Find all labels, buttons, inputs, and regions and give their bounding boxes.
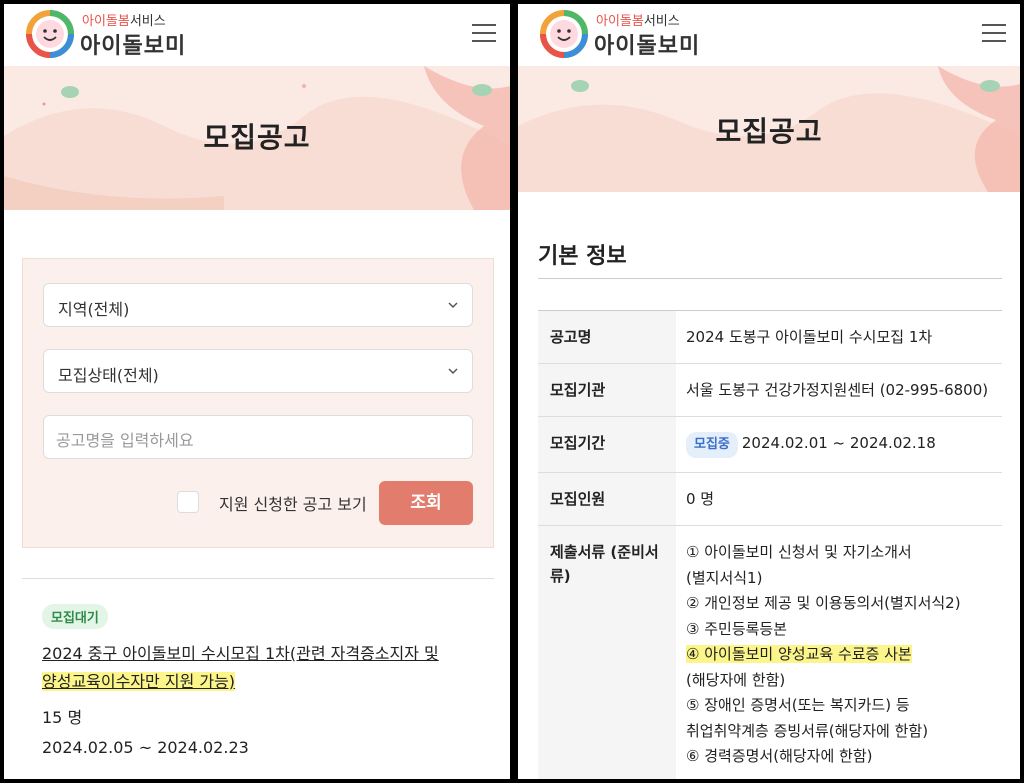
row-value: 2024 도봉구 아이돌보미 수시모집 1차 [686,328,933,346]
row-value: 서울 도봉구 건강가정지원센터 (02-995-6800) [686,381,989,399]
list-item: 취업취약계층 증빙서류(해당자에 한함) [686,721,929,740]
row-value: 0 명 [686,490,715,508]
list-item: ② 개인정보 제공 및 이용동의서(별지서식2) [686,594,961,612]
search-filter-panel: 지역(전체) 모집상태(전체) 공고명을 입력하세요 지원 신청한 공고 보기 … [22,258,494,548]
hamburger-menu-icon[interactable] [982,24,1006,44]
row-label: 모집기간 [538,417,676,472]
info-table: 공고명 2024 도봉구 아이돌보미 수시모집 1차 모집기관 서울 도봉구 건… [538,310,1002,779]
checkbox-label: 지원 신청한 공고 보기 [219,495,367,514]
list-item: ③ 주민등록등본 [686,619,788,638]
search-input[interactable]: 공고명을 입력하세요 [43,415,473,459]
status-select[interactable]: 모집상태(전체) [43,349,473,393]
row-label: 모집기관 [538,364,676,416]
chevron-down-icon [448,302,458,309]
row-label: 모집인원 [538,473,676,525]
header: 아이돌봄서비스 아이돌보미 [4,4,510,66]
logo-subtitle: 아이돌봄서비스 [82,14,166,29]
header: 아이돌봄서비스 아이돌보미 [518,4,1020,66]
search-button[interactable]: 조회 [379,481,473,525]
status-badge: 모집중 [686,432,738,458]
section-title: 기본 정보 [538,244,627,269]
left-screen: 아이돌봄서비스 아이돌보미 모집공고 지역(전체) 모집상태(전체) 공고명을 … [4,4,510,779]
list-item: ⑤ 장애인 증명서(또는 복지카드) 등 [686,696,910,714]
divider [538,278,1002,279]
list-item: (해당자에 한함) [686,670,786,689]
banner: 모집공고 [518,66,1020,192]
row-value: 모집중 2024.02.01 ~ 2024.02.18 [676,417,1002,472]
table-row: 공고명 2024 도봉구 아이돌보미 수시모집 1차 [538,311,1002,364]
logo-icon[interactable] [540,10,588,58]
page-title: 모집공고 [715,115,823,148]
list-item: ① 아이돌보미 신청서 및 자기소개서 [686,543,912,561]
right-screen: 아이돌봄서비스 아이돌보미 모집공고 기본 정보 공고명 2024 도봉구 아이… [518,4,1020,779]
logo-subtitle: 아이돌봄서비스 [596,14,680,29]
banner: 모집공고 [4,66,510,210]
list-item: ⑥ 경력증명서(해당자에 한함) [686,747,873,765]
post-date-range: 2024.02.05 ~ 2024.02.23 [42,738,249,757]
table-row: 제출서류 (준비서류) ① 아이돌보미 신청서 및 자기소개서 (별지서식1) … [538,526,1002,779]
hamburger-menu-icon[interactable] [472,24,496,44]
page-title: 모집공고 [203,121,311,154]
logo-icon[interactable] [26,10,74,58]
row-label: 공고명 [538,311,676,363]
row-label: 제출서류 (준비서류) [538,526,676,779]
post-title[interactable]: 2024 중구 아이돌보미 수시모집 1차(관련 자격증소지자 및 양성교육이수자… [42,640,462,696]
table-row: 모집인원 0 명 [538,473,1002,526]
document-list: ① 아이돌보미 신청서 및 자기소개서 (별지서식1) ② 개인정보 제공 및 … [676,526,1002,779]
logo-title[interactable]: 아이돌보미 [80,28,186,60]
list-item: ④ 아이돌보미 양성교육 수료증 사본 [686,645,912,663]
divider [22,578,494,579]
table-row: 모집기관 서울 도봉구 건강가정지원센터 (02-995-6800) [538,364,1002,417]
post-recruit-count: 15 명 [42,708,83,727]
list-item: (별지서식1) [686,568,763,587]
table-row: 모집기간 모집중 2024.02.01 ~ 2024.02.18 [538,417,1002,473]
status-badge: 모집대기 [42,604,108,629]
chevron-down-icon [448,368,458,375]
region-select[interactable]: 지역(전체) [43,283,473,327]
applied-only-checkbox[interactable] [177,491,199,513]
post-title-link[interactable]: 2024 중구 아이돌보미 수시모집 1차(관련 자격증소지자 및 양성교육이수자… [42,644,439,691]
logo-title[interactable]: 아이돌보미 [594,28,700,60]
